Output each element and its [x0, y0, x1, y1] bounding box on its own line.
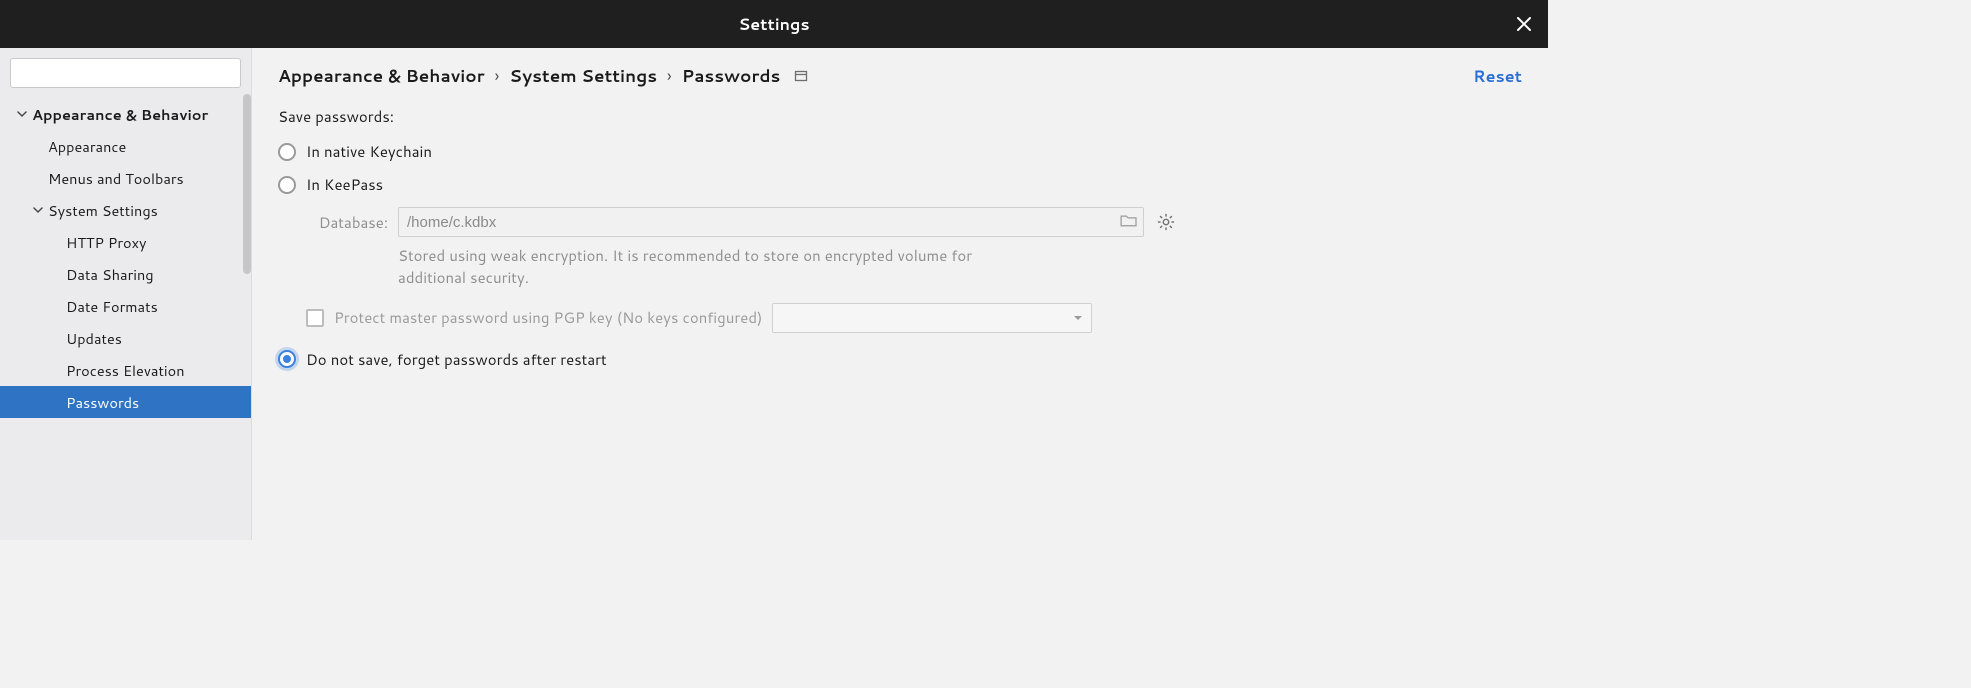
- tree-label: Data Sharing: [66, 264, 154, 285]
- tree-label: Passwords: [66, 392, 139, 413]
- folder-icon[interactable]: [1120, 212, 1138, 233]
- settings-tree: Appearance & Behavior Appearance Menus a…: [0, 94, 251, 540]
- tree-item-data-sharing[interactable]: Data Sharing: [0, 258, 251, 290]
- radio-icon: [278, 350, 296, 368]
- radio-keepass[interactable]: In KeePass: [278, 174, 1522, 195]
- breadcrumb-segment[interactable]: Passwords: [682, 64, 781, 88]
- database-label: Database:: [306, 212, 388, 233]
- tree-item-system-settings[interactable]: System Settings: [0, 194, 251, 226]
- breadcrumb-segment[interactable]: System Settings: [509, 64, 657, 88]
- tree-item-menus-toolbars[interactable]: Menus and Toolbars: [0, 162, 251, 194]
- tree-label: HTTP Proxy: [66, 232, 147, 253]
- panel-icon: [794, 69, 808, 83]
- tree-label: Date Formats: [66, 296, 158, 317]
- tree-item-process-elevation[interactable]: Process Elevation: [0, 354, 251, 386]
- pgp-key-dropdown: [772, 303, 1092, 333]
- tree-item-updates[interactable]: Updates: [0, 322, 251, 354]
- radio-label: Do not save, forget passwords after rest…: [306, 349, 607, 370]
- radio-icon: [278, 143, 296, 161]
- database-field: [398, 207, 1144, 237]
- tree-item-appearance[interactable]: Appearance: [0, 130, 251, 162]
- scrollbar[interactable]: [243, 94, 251, 274]
- tree-label: Appearance & Behavior: [32, 104, 208, 125]
- database-hint: Stored using weak encryption. It is reco…: [398, 245, 1038, 289]
- reset-button[interactable]: Reset: [1473, 65, 1522, 88]
- chevron-right-icon: ›: [667, 64, 672, 88]
- chevron-right-icon: ›: [495, 64, 500, 88]
- tree-label: Appearance: [48, 136, 126, 157]
- breadcrumb-segment[interactable]: Appearance & Behavior: [278, 64, 485, 88]
- search-input[interactable]: [10, 58, 241, 88]
- chevron-down-icon: [30, 205, 46, 215]
- tree-label: System Settings: [48, 200, 158, 221]
- tree-item-passwords[interactable]: Passwords: [0, 386, 251, 418]
- tree-label: Updates: [66, 328, 122, 349]
- radio-native-keychain[interactable]: In native Keychain: [278, 141, 1522, 162]
- save-passwords-heading: Save passwords:: [278, 106, 1522, 127]
- chevron-down-icon: [1073, 313, 1083, 323]
- radio-icon: [278, 176, 296, 194]
- keepass-block: Database: Stored using weak encryption. …: [306, 207, 1522, 333]
- pgp-label: Protect master password using PGP key (N…: [334, 307, 762, 328]
- tree-item-appearance-behavior[interactable]: Appearance & Behavior: [0, 98, 251, 130]
- sidebar: Appearance & Behavior Appearance Menus a…: [0, 48, 252, 540]
- radio-do-not-save[interactable]: Do not save, forget passwords after rest…: [278, 349, 1522, 370]
- tree-label: Menus and Toolbars: [48, 168, 184, 189]
- radio-label: In KeePass: [306, 174, 383, 195]
- chevron-down-icon: [14, 109, 30, 119]
- tree-item-http-proxy[interactable]: HTTP Proxy: [0, 226, 251, 258]
- close-icon[interactable]: [1512, 12, 1536, 36]
- breadcrumb: Appearance & Behavior › System Settings …: [278, 64, 808, 88]
- main-panel: Appearance & Behavior › System Settings …: [252, 48, 1548, 540]
- window-title: Settings: [738, 13, 809, 36]
- titlebar: Settings: [0, 0, 1548, 48]
- tree-item-date-formats[interactable]: Date Formats: [0, 290, 251, 322]
- tree-label: Process Elevation: [66, 360, 185, 381]
- radio-label: In native Keychain: [306, 141, 432, 162]
- gear-icon[interactable]: [1154, 210, 1178, 234]
- pgp-checkbox: [306, 309, 324, 327]
